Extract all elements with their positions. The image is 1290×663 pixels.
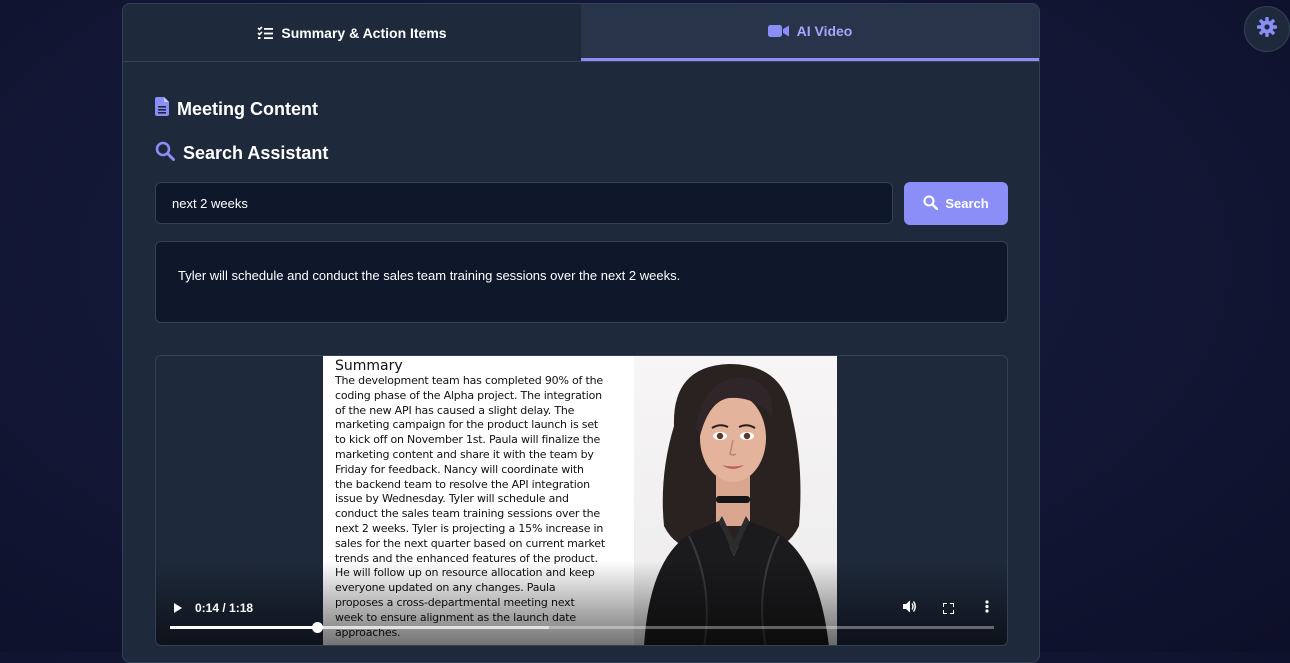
video-camera-icon [767,24,789,38]
video-controls-overlay [156,561,1007,645]
video-frame-line: conduct the sales team training sessions… [335,507,601,521]
video-time: 0:14 / 1:18 [195,601,254,615]
search-result: Tyler will schedule and conduct the sale… [155,241,1008,323]
meeting-card: Summary & Action Items AI Video Meeting … [122,3,1040,663]
meeting-content-heading: Meeting Content [155,97,318,121]
search-input[interactable] [155,182,893,224]
search-button[interactable]: Search [904,182,1008,225]
video-frame-title: Summary [335,358,403,374]
video-progress-bar[interactable] [170,622,994,633]
fullscreen-icon[interactable] [942,601,955,619]
video-frame-line: marketing campaign for the product launc… [335,418,599,432]
tab-video-label: AI Video [796,23,853,39]
video-frame-line: coding phase of the Alpha project. The i… [335,388,602,402]
video-frame-line: The development team has completed 90% o… [335,374,603,387]
tab-summary-label: Summary & Action Items [281,24,447,41]
search-assistant-heading: Search Assistant [155,141,328,166]
video-frame-line: next 2 weeks. Tyler is projecting a 15% … [335,521,604,535]
more-vertical-icon[interactable] [985,600,989,618]
search-icon [923,194,939,213]
video-frame-line: Friday for feedback. Nancy will coordina… [335,462,584,476]
search-button-label: Search [945,196,989,211]
video-progress-fill [170,626,318,629]
video-frame-line: sales for the next quarter based on curr… [335,536,605,550]
tab-bar: Summary & Action Items AI Video [123,4,1039,62]
tab-ai-video[interactable]: AI Video [581,4,1039,61]
tab-summary-action-items[interactable]: Summary & Action Items [123,4,581,61]
search-result-text: Tyler will schedule and conduct the sale… [178,268,681,283]
magnifier-icon [155,141,175,166]
video-frame-line: the backend team to resolve the API inte… [335,477,590,491]
volume-icon[interactable] [903,600,917,618]
document-icon [155,97,169,121]
video-player[interactable]: Summary The development team has complet… [155,355,1008,646]
gear-icon [1256,16,1278,43]
video-frame-line: issue by Wednesday. Tyler will schedule … [335,492,569,506]
video-frame-line: to kick off on November 1st. Paula will … [335,433,601,447]
video-frame-line: of the new API has caused a slight delay… [335,403,575,417]
video-frame-line: marketing content and share it with the … [335,447,594,461]
list-check-icon [257,25,274,40]
settings-button[interactable] [1244,6,1290,52]
play-icon[interactable] [173,601,183,619]
